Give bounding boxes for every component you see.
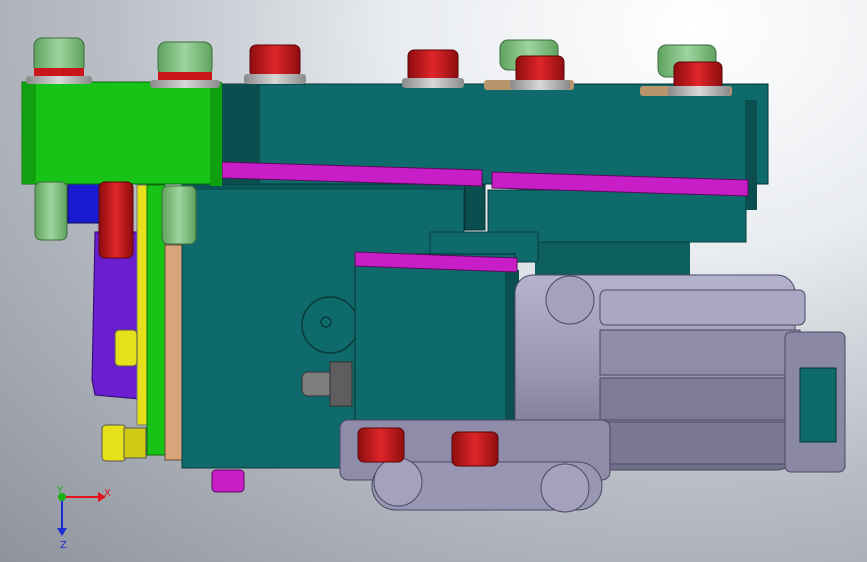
top-green-pin-2 [150,41,220,88]
top-red-pin-1 [244,44,306,84]
triad-z-label: Z [60,540,67,551]
yellow-pin-upper [114,329,138,367]
top-green-pin-1 [26,37,92,84]
right-inner-block-a [464,184,486,231]
green-top-plate [21,81,221,185]
tan-plate [164,244,184,461]
porthole-screw [320,316,332,328]
green-pin-lower-right [161,185,197,245]
axis-triad: X Y Z [56,485,111,551]
red-pin-lower [98,181,134,259]
front-small-block [354,253,516,427]
assembly-model[interactable]: X Y Z [0,0,867,562]
triad-y-label: Y [56,485,64,496]
green-top-plate-side [22,82,36,184]
top-red-pin-2 [402,49,464,88]
top-green-pin-3 [484,39,574,90]
green-top-plate-edge [210,82,222,186]
red-pin-bottom-2 [451,431,499,467]
cad-viewport[interactable]: X Y Z [0,0,867,562]
yellow-pin-lower [101,424,147,462]
red-pin-bottom-1 [357,427,405,463]
top-green-pin-4 [640,44,732,96]
green-pin-lower-left [34,181,68,241]
triad-x-label: X [104,488,111,499]
magenta-bottom-pin [211,469,245,493]
